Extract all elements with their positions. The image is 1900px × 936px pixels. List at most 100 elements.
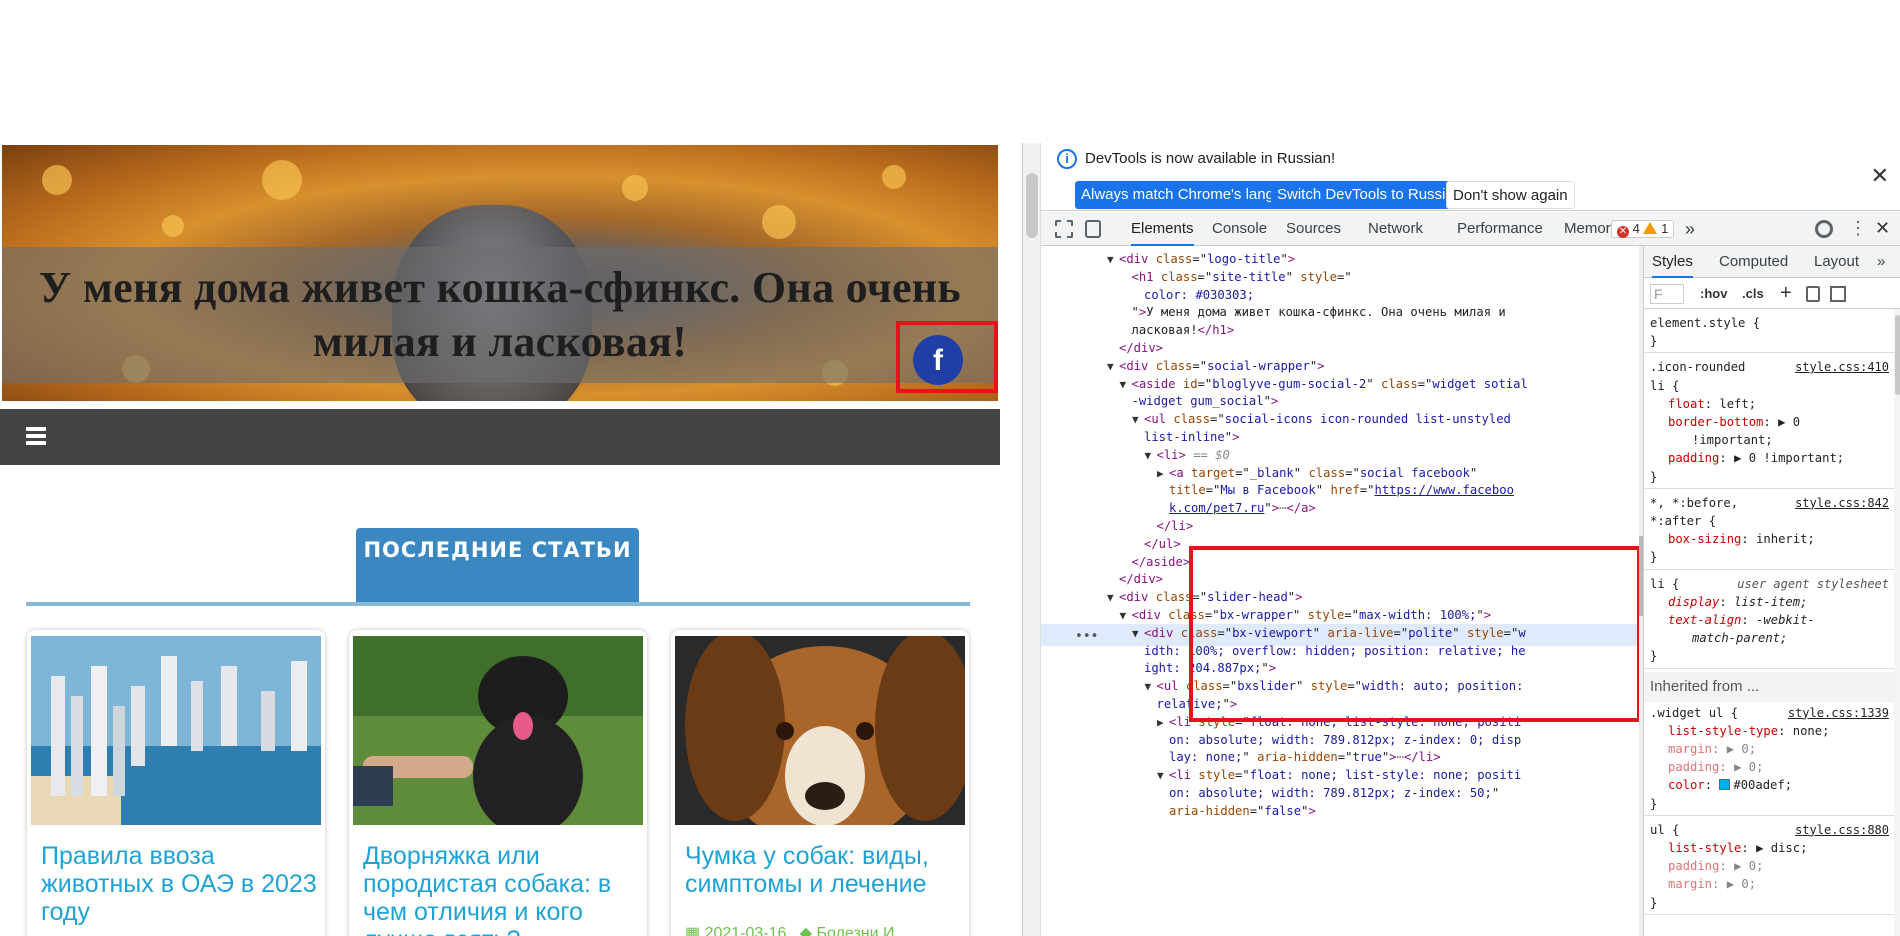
class-toggle[interactable]: .cls (1742, 285, 1764, 303)
style-line[interactable]: list-style-type: none; (1668, 722, 1829, 740)
switch-language-button[interactable]: Switch DevTools to Russian (1271, 181, 1469, 209)
article-title[interactable]: Правила ввоза животных в ОАЭ в 2023 году (41, 842, 321, 926)
style-line[interactable]: li { (1650, 377, 1679, 395)
dom-node-line[interactable]: aria-hidden="false"> (1157, 803, 1316, 821)
style-line[interactable]: .icon-rounded (1650, 358, 1745, 376)
expand-arrow-icon[interactable]: ▼ (1132, 411, 1144, 429)
dom-node-line[interactable]: list-inline"> (1132, 429, 1239, 447)
inspect-element-icon[interactable] (1055, 220, 1073, 238)
tab-console[interactable]: Console (1212, 212, 1267, 246)
style-line[interactable]: display: list-item; (1668, 593, 1807, 611)
more-tabs-icon[interactable]: » (1685, 212, 1695, 246)
dom-node-line[interactable]: on: absolute; width: 789.812px; z-index:… (1157, 732, 1521, 750)
dom-node-line[interactable]: -widget gum_social"> (1120, 393, 1279, 411)
article-category[interactable]: Болезни И (817, 925, 895, 936)
style-line[interactable]: } (1650, 795, 1657, 813)
settings-gear-icon[interactable] (1815, 220, 1833, 238)
dom-node-line[interactable]: ▼ <ul class="social-icons icon-rounded li… (1132, 411, 1511, 429)
kebab-menu-icon[interactable]: ⋮ (1849, 218, 1867, 238)
dom-node-line[interactable]: </aside> (1120, 554, 1191, 572)
issues-counter[interactable]: ✕ 4 1 (1611, 220, 1675, 238)
style-line[interactable]: box-sizing: inherit; (1668, 530, 1815, 548)
expand-arrow-icon[interactable]: ▼ (1120, 376, 1132, 394)
style-line[interactable]: margin: ▶ 0; (1668, 875, 1756, 893)
elements-tree[interactable]: ▼ <div class="logo-title"> <h1 class="site… (1041, 246, 1643, 936)
dom-node-line[interactable]: </div> (1107, 571, 1163, 589)
article-card[interactable]: Правила ввоза животных в ОАЭ в 2023 году (27, 630, 325, 936)
dom-node-line[interactable]: ▼ <div class="logo-title"> (1107, 251, 1295, 269)
dom-node-line[interactable]: on: absolute; width: 789.812px; z-index:… (1157, 785, 1499, 803)
device-toolbar-icon[interactable] (1085, 220, 1101, 238)
dom-node-line[interactable]: </li> (1145, 518, 1194, 536)
hamburger-menu-icon[interactable] (26, 427, 46, 445)
article-title[interactable]: Дворняжка или породистая собака: в чем о… (363, 842, 643, 936)
dom-node-line[interactable]: k.com/pet7.ru">⋯</a> (1157, 500, 1316, 518)
style-line[interactable]: padding: ▶ 0 !important; (1668, 449, 1844, 467)
style-line[interactable]: *, *:before, (1650, 494, 1738, 512)
expand-arrow-icon[interactable]: ▼ (1157, 767, 1169, 785)
style-line[interactable]: padding: ▶ 0; (1668, 857, 1763, 875)
style-line[interactable]: ul { (1650, 821, 1679, 839)
expand-arrow-icon[interactable]: ▼ (1107, 358, 1119, 376)
tab-network[interactable]: Network (1368, 212, 1423, 246)
dom-node-line[interactable]: ▼ <li style="float: none; list-style: non… (1157, 767, 1521, 785)
style-line[interactable]: float: left; (1668, 395, 1756, 413)
stylesheet-link[interactable]: style.css:410 (1795, 358, 1889, 376)
dom-node-line[interactable]: ">У меня дома живет кошка-сфинкс. Она оч… (1120, 304, 1506, 322)
tab-layout[interactable]: Layout (1814, 246, 1859, 278)
style-line[interactable]: *:after { (1650, 512, 1716, 530)
paint-icon[interactable] (1806, 286, 1820, 302)
article-card[interactable]: Дворняжка или породистая собака: в чем о… (349, 630, 647, 936)
dom-node-line[interactable]: </div> (1107, 340, 1163, 358)
expand-arrow-icon[interactable]: ▼ (1132, 625, 1144, 643)
tab-elements[interactable]: Elements (1131, 212, 1194, 246)
close-icon[interactable]: ✕ (1871, 165, 1889, 187)
tab-computed[interactable]: Computed (1719, 246, 1788, 278)
expand-arrow-icon[interactable]: ▼ (1107, 589, 1119, 607)
expand-arrow-icon[interactable]: ▼ (1145, 678, 1157, 696)
dom-node-line[interactable]: ▼ <li> == $0 (1145, 447, 1230, 465)
dom-node-line[interactable]: title="Мы в Facebook" href="https://www.… (1157, 482, 1514, 500)
expand-arrow-icon[interactable]: ▼ (1145, 447, 1157, 465)
style-line[interactable]: !important; (1692, 431, 1773, 449)
dom-node-line[interactable]: ▼ <div class="social-wrapper"> (1107, 358, 1325, 376)
dom-node-line[interactable]: ▼ <aside id="bloglyve-gum-social-2" class… (1120, 376, 1528, 394)
dont-show-again-button[interactable]: Don't show again (1446, 181, 1575, 209)
style-line[interactable]: } (1650, 894, 1657, 912)
styles-scrollbar[interactable] (1894, 309, 1900, 936)
style-line[interactable]: list-style: ▶ disc; (1668, 839, 1807, 857)
stylesheet-link[interactable]: style.css:1339 (1788, 704, 1889, 722)
style-line[interactable]: padding: ▶ 0; (1668, 758, 1763, 776)
style-line[interactable]: .widget ul { (1650, 704, 1738, 722)
collapsed-arrow-icon[interactable]: ▶ (1157, 465, 1169, 483)
style-line[interactable]: text-align: -webkit- (1668, 611, 1815, 629)
styles-more-icon[interactable]: » (1877, 246, 1885, 278)
style-line[interactable]: } (1650, 468, 1657, 486)
collapsed-arrow-icon[interactable]: ▶ (1157, 714, 1169, 732)
style-line[interactable]: match-parent; (1692, 629, 1787, 647)
page-scrollbar[interactable] (1023, 143, 1041, 936)
style-line[interactable]: color: #00adef; (1668, 776, 1792, 794)
dom-node-line[interactable]: <h1 class="site-title" style=" (1120, 269, 1352, 287)
hover-state-toggle[interactable]: :hov (1700, 285, 1727, 303)
tab-styles[interactable]: Styles (1652, 246, 1693, 278)
dom-node-line[interactable]: </ul> (1132, 536, 1181, 554)
style-line[interactable]: element.style { (1650, 314, 1760, 332)
site-title[interactable]: У меня дома живет кошка-сфинкс. Она очен… (20, 261, 980, 369)
style-line[interactable]: } (1650, 332, 1657, 350)
expand-arrow-icon[interactable]: ▼ (1120, 607, 1132, 625)
style-line[interactable]: li { (1650, 575, 1679, 593)
stylesheet-link[interactable]: style.css:880 (1795, 821, 1889, 839)
node-actions-icon[interactable]: ••• (1075, 626, 1098, 648)
style-line[interactable]: margin: ▶ 0; (1668, 740, 1756, 758)
style-line[interactable]: border-bottom: ▶ 0 (1668, 413, 1800, 431)
styles-filter-input[interactable]: F (1650, 284, 1684, 304)
close-devtools-icon[interactable]: ✕ (1875, 218, 1890, 238)
tab-sources[interactable]: Sources (1286, 212, 1341, 246)
facebook-icon[interactable]: f (913, 335, 963, 385)
color-swatch[interactable] (1719, 779, 1731, 791)
article-image[interactable] (353, 636, 643, 825)
article-image[interactable] (31, 636, 321, 825)
article-image[interactable] (675, 636, 965, 825)
dom-node-line[interactable]: color: #030303; (1132, 287, 1254, 305)
